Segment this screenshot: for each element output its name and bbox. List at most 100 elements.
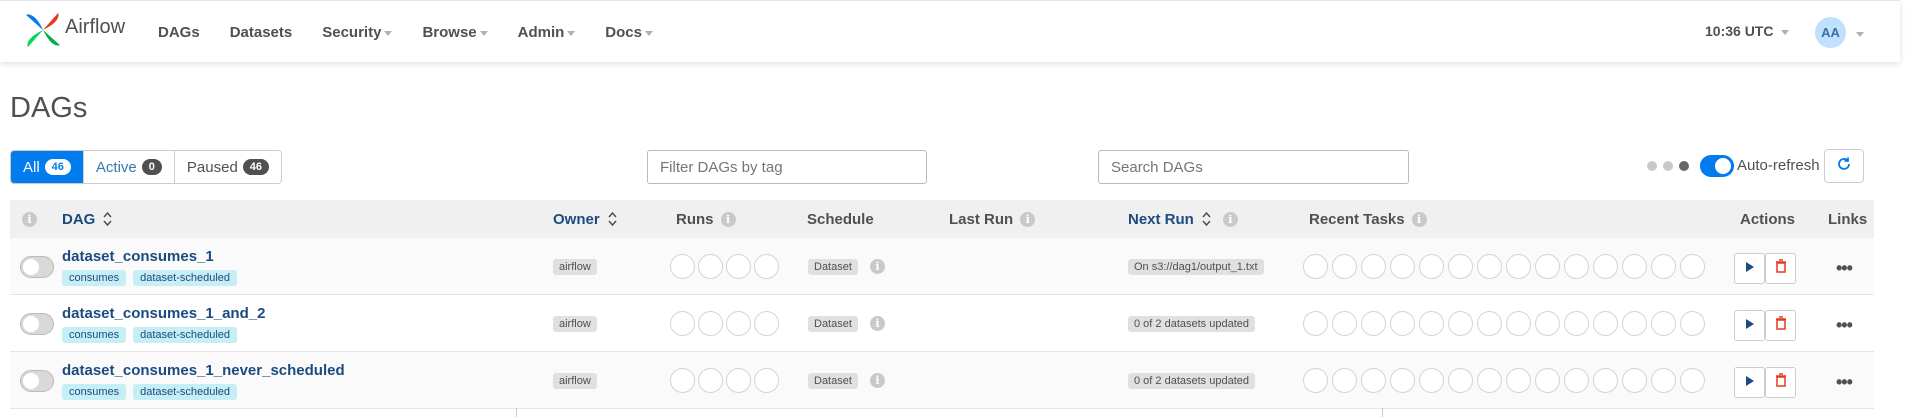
task-state-circle[interactable] <box>1506 368 1531 393</box>
nav-dags[interactable]: DAGs <box>158 24 200 41</box>
task-state-circle[interactable] <box>1390 254 1415 279</box>
pause-toggle[interactable] <box>20 370 54 392</box>
run-state-circle[interactable] <box>698 368 723 393</box>
dag-id-link[interactable]: dataset_consumes_1 <box>62 248 214 265</box>
task-state-circle[interactable] <box>1651 368 1676 393</box>
info-icon[interactable]: i <box>1222 211 1238 227</box>
task-state-circle[interactable] <box>1564 254 1589 279</box>
auto-refresh-toggle[interactable] <box>1700 155 1734 177</box>
nav-browse[interactable]: Browse <box>422 24 488 41</box>
more-options-icon[interactable]: ••• <box>1836 372 1853 393</box>
run-state-circle[interactable] <box>670 311 695 336</box>
more-options-icon[interactable]: ••• <box>1836 315 1853 336</box>
trigger-dag-button[interactable] <box>1734 367 1765 398</box>
run-state-circle[interactable] <box>698 311 723 336</box>
header-dag[interactable]: DAG <box>62 200 112 238</box>
filter-paused-button[interactable]: Paused 46 <box>174 151 282 183</box>
info-icon[interactable]: i <box>1020 211 1036 227</box>
task-state-circle[interactable] <box>1564 368 1589 393</box>
run-state-circle[interactable] <box>754 254 779 279</box>
task-state-circle[interactable] <box>1390 311 1415 336</box>
run-state-circle[interactable] <box>726 368 751 393</box>
task-state-circle[interactable] <box>1448 368 1473 393</box>
delete-dag-button[interactable] <box>1765 310 1796 341</box>
task-state-circle[interactable] <box>1651 254 1676 279</box>
nav-security[interactable]: Security <box>322 24 393 41</box>
task-state-circle[interactable] <box>1680 368 1705 393</box>
task-state-circle[interactable] <box>1535 254 1560 279</box>
pause-toggle[interactable] <box>20 256 54 278</box>
task-state-circle[interactable] <box>1593 368 1618 393</box>
nav-datasets[interactable]: Datasets <box>230 24 293 41</box>
dag-tag[interactable]: consumes <box>62 384 127 400</box>
task-state-circle[interactable] <box>1303 311 1328 336</box>
brand[interactable]: Airflow <box>24 11 125 54</box>
task-state-circle[interactable] <box>1332 311 1357 336</box>
dag-tag[interactable]: dataset-scheduled <box>133 327 238 343</box>
task-state-circle[interactable] <box>1535 368 1560 393</box>
run-state-circle[interactable] <box>670 254 695 279</box>
task-state-circle[interactable] <box>1390 368 1415 393</box>
task-state-circle[interactable] <box>1332 254 1357 279</box>
task-state-circle[interactable] <box>1477 311 1502 336</box>
task-state-circle[interactable] <box>1622 311 1647 336</box>
task-state-circle[interactable] <box>1303 254 1328 279</box>
delete-dag-button[interactable] <box>1765 367 1796 398</box>
task-state-circle[interactable] <box>1448 311 1473 336</box>
task-state-circle[interactable] <box>1361 368 1386 393</box>
info-icon[interactable]: i <box>720 211 736 227</box>
info-icon[interactable]: i <box>22 211 37 227</box>
owner-badge[interactable]: airflow <box>553 373 597 389</box>
schedule-badge[interactable]: Dataset <box>808 316 858 332</box>
task-state-circle[interactable] <box>1332 368 1357 393</box>
task-state-circle[interactable] <box>1477 254 1502 279</box>
task-state-circle[interactable] <box>1506 254 1531 279</box>
tag-filter-input[interactable] <box>647 150 927 184</box>
dag-id-link[interactable]: dataset_consumes_1_and_2 <box>62 305 265 322</box>
dag-tag[interactable]: dataset-scheduled <box>133 384 238 400</box>
dag-tag[interactable]: consumes <box>62 327 127 343</box>
header-owner[interactable]: Owner <box>553 200 617 238</box>
task-state-circle[interactable] <box>1651 311 1676 336</box>
owner-badge[interactable]: airflow <box>553 259 597 275</box>
task-state-circle[interactable] <box>1361 254 1386 279</box>
chevron-down-icon[interactable] <box>1856 32 1864 37</box>
task-state-circle[interactable] <box>1564 311 1589 336</box>
task-state-circle[interactable] <box>1419 254 1444 279</box>
run-state-circle[interactable] <box>726 254 751 279</box>
task-state-circle[interactable] <box>1506 311 1531 336</box>
task-state-circle[interactable] <box>1448 254 1473 279</box>
next-run-badge[interactable]: On s3://dag1/output_1.txt <box>1128 259 1264 275</box>
info-icon[interactable]: i <box>870 373 885 388</box>
next-run-badge[interactable]: 0 of 2 datasets updated <box>1128 316 1255 332</box>
run-state-circle[interactable] <box>670 368 695 393</box>
task-state-circle[interactable] <box>1680 254 1705 279</box>
filter-all-button[interactable]: All 46 <box>11 151 84 183</box>
more-options-icon[interactable]: ••• <box>1836 258 1853 279</box>
task-state-circle[interactable] <box>1593 311 1618 336</box>
info-icon[interactable]: i <box>870 316 885 331</box>
schedule-badge[interactable]: Dataset <box>808 259 858 275</box>
info-icon[interactable]: i <box>870 259 885 274</box>
header-next-run[interactable]: Next Run i <box>1128 200 1238 238</box>
task-state-circle[interactable] <box>1622 368 1647 393</box>
nav-docs[interactable]: Docs <box>605 24 653 41</box>
info-icon[interactable]: i <box>1411 211 1427 227</box>
refresh-button[interactable] <box>1824 149 1864 183</box>
task-state-circle[interactable] <box>1622 254 1647 279</box>
user-avatar[interactable]: AA <box>1815 17 1846 48</box>
task-state-circle[interactable] <box>1477 368 1502 393</box>
trigger-dag-button[interactable] <box>1734 310 1765 341</box>
search-input[interactable] <box>1098 150 1409 184</box>
dag-id-link[interactable]: dataset_consumes_1_never_scheduled <box>62 362 345 379</box>
run-state-circle[interactable] <box>754 311 779 336</box>
delete-dag-button[interactable] <box>1765 253 1796 284</box>
task-state-circle[interactable] <box>1593 254 1618 279</box>
task-state-circle[interactable] <box>1303 368 1328 393</box>
dag-tag[interactable]: dataset-scheduled <box>133 270 238 286</box>
filter-active-button[interactable]: Active 0 <box>83 151 175 183</box>
pause-toggle[interactable] <box>20 313 54 335</box>
next-run-badge[interactable]: 0 of 2 datasets updated <box>1128 373 1255 389</box>
schedule-badge[interactable]: Dataset <box>808 373 858 389</box>
run-state-circle[interactable] <box>698 254 723 279</box>
